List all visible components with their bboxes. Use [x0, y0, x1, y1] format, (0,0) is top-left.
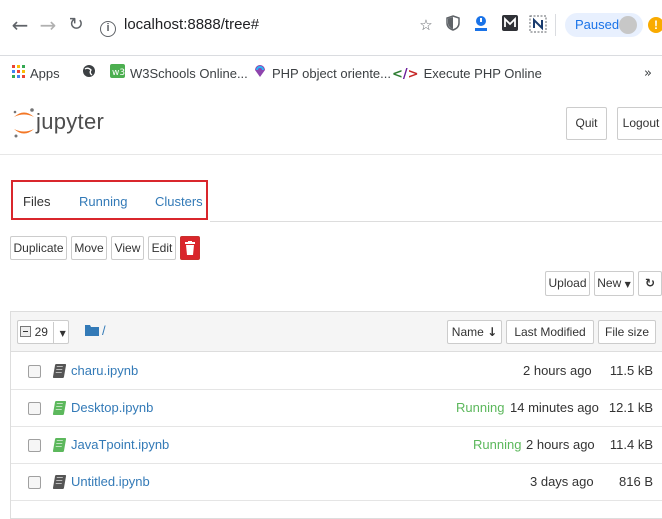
move-button[interactable]: Move	[71, 236, 107, 260]
new-label: New	[597, 276, 622, 290]
row-checkbox[interactable]	[28, 439, 41, 452]
php-icon	[253, 61, 267, 89]
bookmarks-overflow-icon[interactable]: »	[644, 60, 652, 88]
bookmark-label: Apps	[30, 66, 60, 81]
arrow-down-icon: ↓	[487, 325, 498, 339]
trash-icon	[185, 241, 195, 255]
bookmark-execute-php[interactable]: </> Execute PHP Online	[392, 60, 542, 89]
refresh-icon: ↻	[644, 276, 656, 290]
delete-button[interactable]	[180, 236, 200, 260]
shield-extension-icon[interactable]	[443, 15, 463, 35]
apps-grid-icon	[12, 61, 25, 89]
browser-nav-row: ← → ↻ i localhost:8888/tree# ☆ Paused !	[0, 10, 662, 40]
back-arrow-icon[interactable]: ←	[8, 10, 32, 40]
star-icon[interactable]: ☆	[416, 15, 436, 35]
row-checkbox[interactable]	[28, 402, 41, 415]
profile-button[interactable]: Paused	[565, 13, 643, 37]
download-extension-icon[interactable]	[471, 15, 491, 35]
tab-divider	[210, 221, 662, 222]
notebook-icon	[52, 364, 67, 378]
update-alert-icon[interactable]: !	[648, 17, 662, 33]
running-status: Running	[473, 437, 522, 452]
file-name-link[interactable]: charu.ipynb	[71, 363, 138, 378]
code-tag-icon: </>	[392, 67, 419, 82]
file-size: 12.1 kB	[608, 400, 653, 415]
table-row[interactable]: Untitled.ipynb 3 days ago 816 B	[11, 464, 662, 501]
row-checkbox[interactable]	[28, 365, 41, 378]
refresh-button[interactable]: ↻	[638, 271, 662, 296]
file-actions-toolbar: Duplicate Move View Edit Upload New ▼ ↻	[0, 228, 662, 298]
upload-button[interactable]: Upload	[545, 271, 590, 296]
select-all-checkbox[interactable]	[20, 326, 32, 337]
file-size: 816 B	[619, 474, 653, 489]
breadcrumb[interactable]: /	[102, 323, 106, 338]
folder-icon[interactable]	[85, 324, 99, 339]
file-list-header: 29 ▼ / Name ↓ Last Modified File size	[11, 312, 662, 352]
quit-button[interactable]: Quit	[566, 107, 607, 140]
running-status: Running	[456, 400, 505, 415]
jupyter-header: jupyter Quit Logout	[0, 95, 662, 155]
bookmark-label: PHP object oriente...	[272, 66, 391, 81]
file-list: 29 ▼ / Name ↓ Last Modified File size ch…	[10, 311, 662, 519]
file-name-link[interactable]: Untitled.ipynb	[71, 474, 150, 489]
profile-status: Paused	[575, 17, 620, 32]
browser-toolbar: ← → ↻ i localhost:8888/tree# ☆ Paused !	[0, 0, 662, 56]
edit-button[interactable]: Edit	[148, 236, 176, 260]
address-url: localhost:8888/tree#	[124, 16, 260, 33]
globe-icon	[82, 61, 96, 89]
table-row[interactable]: charu.ipynb 2 hours ago 11.5 kB	[11, 353, 662, 390]
m-extension-icon[interactable]	[500, 15, 520, 35]
file-name-link[interactable]: JavaTpoint.ipynb	[71, 437, 169, 452]
sort-by-size-button[interactable]: File size	[598, 320, 656, 344]
new-dropdown-button[interactable]: New ▼	[594, 271, 634, 296]
selected-count: 29	[34, 325, 48, 339]
jupyter-wordmark: jupyter	[36, 109, 105, 134]
bookmark-apps[interactable]: Apps	[12, 60, 60, 89]
toolbar-divider	[555, 14, 556, 36]
bookmark-label: W3Schools Online...	[130, 66, 248, 81]
tab-clusters[interactable]: Clusters	[155, 194, 203, 209]
row-checkbox[interactable]	[28, 476, 41, 489]
bookmarks-bar: Apps w3 W3Schools Online... PHP object o…	[0, 60, 662, 88]
tab-files[interactable]: Files	[23, 194, 50, 209]
bookmark-w3schools[interactable]: w3 W3Schools Online...	[110, 60, 248, 89]
svg-text:w3: w3	[112, 68, 125, 78]
site-info-icon[interactable]: i	[100, 21, 116, 37]
tab-bar-highlight: Files Running Clusters	[11, 180, 208, 220]
select-all-button[interactable]: 29 ▼	[17, 320, 69, 344]
notebook-icon	[52, 401, 67, 415]
logout-button[interactable]: Logout	[617, 107, 662, 140]
file-size: 11.4 kB	[609, 437, 653, 452]
table-row[interactable]: Desktop.ipynb Running 14 minutes ago 12.…	[11, 390, 662, 427]
forward-arrow-icon[interactable]: →	[36, 10, 60, 40]
name-column-label: Name	[451, 325, 484, 339]
table-row[interactable]: JavaTpoint.ipynb Running 2 hours ago 11.…	[11, 427, 662, 464]
file-modified: 2 hours ago	[526, 437, 595, 452]
file-size: 11.5 kB	[609, 363, 653, 378]
w3schools-icon: w3	[110, 61, 125, 89]
n-extension-icon[interactable]	[528, 15, 548, 35]
view-button[interactable]: View	[111, 236, 144, 260]
bookmark-label: Execute PHP Online	[423, 66, 542, 81]
duplicate-button[interactable]: Duplicate	[10, 236, 67, 260]
bookmark-php[interactable]: PHP object oriente...	[253, 60, 391, 89]
file-modified: 2 hours ago	[523, 363, 592, 378]
reload-icon[interactable]: ↻	[64, 10, 88, 40]
sort-by-modified-button[interactable]: Last Modified	[506, 320, 594, 344]
caret-down-icon[interactable]: ▼	[60, 329, 66, 338]
sort-by-name-button[interactable]: Name ↓	[447, 320, 502, 344]
avatar	[619, 16, 637, 34]
jupyter-logo[interactable]	[12, 103, 36, 143]
tab-running[interactable]: Running	[79, 194, 127, 209]
bookmark-globe[interactable]	[82, 60, 101, 89]
file-modified: 14 minutes ago	[510, 400, 599, 415]
file-modified: 3 days ago	[530, 474, 594, 489]
caret-down-icon: ▼	[624, 280, 631, 289]
address-bar[interactable]: i localhost:8888/tree#	[100, 12, 430, 38]
notebook-icon	[52, 475, 67, 489]
file-name-link[interactable]: Desktop.ipynb	[71, 400, 153, 415]
notebook-icon	[52, 438, 67, 452]
